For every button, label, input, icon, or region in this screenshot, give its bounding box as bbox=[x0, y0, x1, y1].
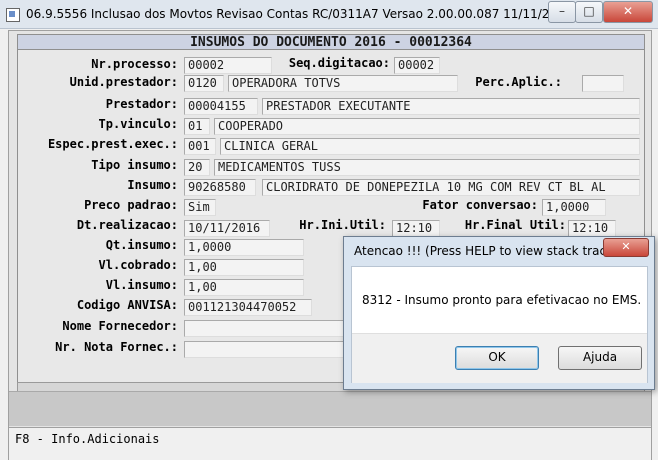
espec-code-field[interactable]: 001 bbox=[184, 138, 216, 155]
dialog-close-button[interactable]: ✕ bbox=[603, 238, 649, 257]
dt-realizacao-label: Dt.realizacao: bbox=[76, 218, 178, 232]
tipo-insumo-name-field[interactable]: MEDICAMENTOS TUSS bbox=[214, 159, 640, 176]
qt-insumo-field[interactable]: 1,0000 bbox=[184, 239, 304, 256]
tp-vinculo-code-field[interactable]: 01 bbox=[184, 118, 210, 135]
nr-nota-fornec-label: Nr. Nota Fornec.: bbox=[55, 340, 178, 354]
insumo-label: Insumo: bbox=[127, 178, 178, 192]
window-title: 06.9.5556 Inclusao dos Movtos Revisao Co… bbox=[26, 7, 604, 21]
dialog-message: 8312 - Insumo pronto para efetivacao no … bbox=[362, 293, 642, 307]
tipo-insumo-code-field[interactable]: 20 bbox=[184, 159, 210, 176]
dialog-body: 8312 - Insumo pronto para efetivacao no … bbox=[351, 266, 648, 383]
app-icon bbox=[6, 8, 20, 22]
vl-cobrado-label: Vl.cobrado: bbox=[98, 258, 178, 272]
codigo-anvisa-label: Codigo ANVISA: bbox=[76, 298, 178, 312]
fator-conversao-field[interactable]: 1,0000 bbox=[542, 199, 606, 216]
vl-insumo-field[interactable]: 1,00 bbox=[184, 279, 304, 296]
insumo-code-field[interactable]: 90268580 bbox=[184, 179, 256, 196]
perc-aplic-field[interactable] bbox=[582, 75, 624, 92]
tipo-insumo-label: Tipo insumo: bbox=[91, 158, 178, 172]
codigo-anvisa-field[interactable]: 001121304470052 bbox=[184, 299, 312, 316]
insumo-name-field[interactable]: CLORIDRATO DE DONEPEZILA 10 MG COM REV C… bbox=[262, 179, 640, 196]
nome-fornecedor-label: Nome Fornecedor: bbox=[62, 319, 178, 333]
qt-insumo-label: Qt.insumo: bbox=[105, 238, 178, 252]
panel-title: INSUMOS DO DOCUMENTO 2016 - 00012364 bbox=[18, 35, 644, 50]
unid-prestador-label: Unid.prestador: bbox=[69, 75, 178, 89]
maximize-button[interactable]: □ bbox=[575, 1, 603, 23]
unid-prestador-code-field[interactable]: 0120 bbox=[184, 75, 224, 92]
close-button[interactable]: ✕ bbox=[603, 1, 653, 23]
hr-ini-util-field[interactable]: 12:10 bbox=[392, 220, 440, 237]
preco-padrao-label: Preco padrao: bbox=[84, 198, 178, 212]
unid-prestador-name-field[interactable]: OPERADORA TOTVS bbox=[228, 75, 458, 92]
hr-final-util-label: Hr.Final Util: bbox=[464, 218, 566, 232]
window-titlebar: 06.9.5556 Inclusao dos Movtos Revisao Co… bbox=[0, 0, 658, 29]
status-bar: F8 - Info.Adicionais bbox=[9, 427, 651, 460]
help-button[interactable]: Ajuda bbox=[558, 346, 642, 370]
hr-ini-util-label: Hr.Ini.Util: bbox=[299, 218, 386, 232]
status-text: F8 - Info.Adicionais bbox=[15, 432, 160, 446]
ok-button[interactable]: OK bbox=[455, 346, 539, 370]
tp-vinculo-label: Tp.vinculo: bbox=[98, 117, 178, 131]
seq-digitacao-field[interactable]: 00002 bbox=[394, 57, 440, 74]
vl-insumo-label: Vl.insumo: bbox=[105, 278, 178, 292]
espec-name-field[interactable]: CLINICA GERAL bbox=[220, 138, 640, 155]
perc-aplic-label: Perc.Aplic.: bbox=[475, 75, 562, 89]
nr-nota-fornec-field[interactable] bbox=[184, 341, 364, 358]
seq-digitacao-label: Seq.digitacao: bbox=[288, 56, 390, 70]
dt-realizacao-field[interactable]: 10/11/2016 bbox=[184, 220, 270, 237]
prestador-code-field[interactable]: 00004155 bbox=[184, 98, 258, 115]
fator-conversao-label: Fator conversao: bbox=[422, 198, 538, 212]
nr-processo-field[interactable]: 00002 bbox=[184, 57, 272, 74]
nome-fornecedor-field[interactable] bbox=[184, 320, 364, 337]
button-area bbox=[9, 391, 651, 426]
alert-dialog: Atencao !!! (Press HELP to view stack tr… bbox=[343, 236, 655, 390]
espec-prest-label: Espec.prest.exec.: bbox=[47, 137, 178, 151]
prestador-name-field[interactable]: PRESTADOR EXECUTANTE bbox=[262, 98, 640, 115]
dialog-footer: OK Ajuda bbox=[352, 333, 647, 383]
minimize-button[interactable]: – bbox=[548, 1, 576, 23]
dialog-title: Atencao !!! (Press HELP to view stack tr… bbox=[354, 244, 619, 258]
vl-cobrado-field[interactable]: 1,00 bbox=[184, 259, 304, 276]
nr-processo-label: Nr.processo: bbox=[91, 57, 178, 71]
hr-final-util-field[interactable]: 12:10 bbox=[568, 220, 616, 237]
tp-vinculo-name-field[interactable]: COOPERADO bbox=[214, 118, 640, 135]
preco-padrao-field[interactable]: Sim bbox=[184, 199, 216, 216]
prestador-label: Prestador: bbox=[105, 97, 178, 111]
